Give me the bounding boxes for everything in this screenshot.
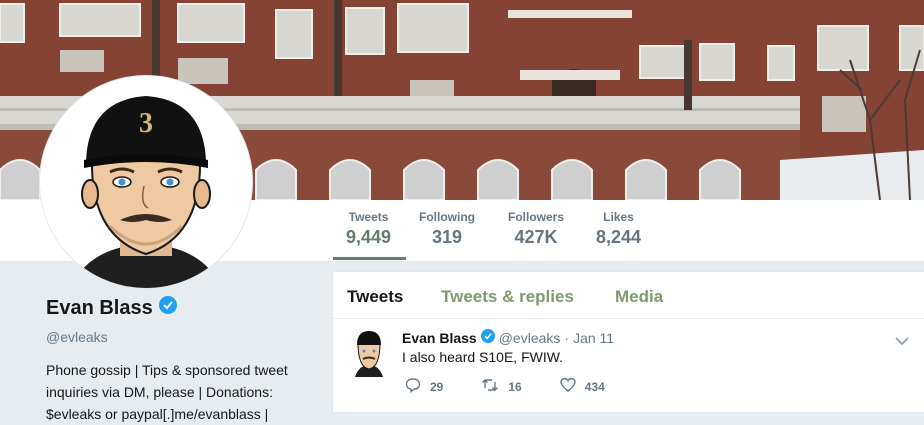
tweet-header: Evan Blass @evleaks · Jan 11 <box>402 329 614 346</box>
stat-value: 9,449 <box>346 227 392 247</box>
tweet-handle[interactable]: @evleaks <box>499 330 561 346</box>
bio-line: $evleaks or paypal[.]me/evanblass | <box>46 406 269 422</box>
tweet-author[interactable]: Evan Blass <box>402 330 477 346</box>
stat-followers[interactable]: Followers 427K <box>508 210 564 248</box>
profile-name[interactable]: Evan Blass <box>46 297 153 320</box>
tweet-separator: · <box>564 329 570 346</box>
chevron-down-icon[interactable] <box>895 333 909 351</box>
bio-line: inquiries via DM, please | Donations: <box>46 384 273 400</box>
verified-icon <box>158 296 177 320</box>
stat-label: Likes <box>603 210 634 224</box>
tab-media[interactable]: Media <box>615 287 663 307</box>
avatar-illustration: 3 <box>40 76 252 288</box>
stat-label: Tweets <box>348 210 389 224</box>
like-count: 434 <box>584 379 605 394</box>
verified-icon <box>480 329 495 346</box>
cap-number: 3 <box>139 108 153 139</box>
tweet-text: I also heard S10E, FWIW. <box>402 349 564 365</box>
tweet-avatar[interactable] <box>351 329 387 377</box>
bio-line: Phone gossip | Tips & sponsored tweet <box>46 362 288 378</box>
timeline-tabs: Tweets Tweets & replies Media <box>333 272 924 319</box>
profile-info: Evan Blass @evleaks Phone gossip | Tips … <box>46 296 316 425</box>
stat-tweets[interactable]: Tweets 9,449 <box>346 210 391 248</box>
heart-icon <box>560 377 576 396</box>
reply-count: 29 <box>430 379 444 394</box>
retweet-button[interactable]: 16 <box>481 377 522 396</box>
stat-label: Followers <box>508 210 565 224</box>
stat-value: 8,244 <box>596 227 642 247</box>
profile-handle[interactable]: @evleaks <box>46 329 316 345</box>
retweet-icon <box>481 377 499 396</box>
retweet-count: 16 <box>508 379 522 394</box>
tab-tweets[interactable]: Tweets <box>347 287 403 307</box>
stat-value: 319 <box>431 227 463 247</box>
profile-bio: Phone gossip | Tips & sponsored tweet in… <box>46 359 316 425</box>
active-stat-indicator <box>333 257 406 260</box>
tab-tweets-and-replies[interactable]: Tweets & replies <box>441 287 574 307</box>
timeline: Tweets Tweets & replies Media Evan Blass <box>332 271 924 413</box>
stat-likes[interactable]: Likes 8,244 <box>596 210 641 248</box>
stat-label: Following <box>419 210 475 224</box>
reply-button[interactable]: 29 <box>405 377 443 396</box>
stat-value: 427K <box>514 227 558 247</box>
tweet-item[interactable]: Evan Blass @evleaks · Jan 11 I also hear… <box>333 319 924 411</box>
tweet-date[interactable]: Jan 11 <box>573 330 614 346</box>
profile-avatar[interactable]: 3 <box>40 76 252 288</box>
like-button[interactable]: 434 <box>560 377 605 396</box>
tweet-actions: 29 16 434 <box>405 377 643 396</box>
reply-icon <box>405 377 421 396</box>
profile-name-row: Evan Blass <box>46 296 316 320</box>
stat-following[interactable]: Following 319 <box>419 210 475 248</box>
